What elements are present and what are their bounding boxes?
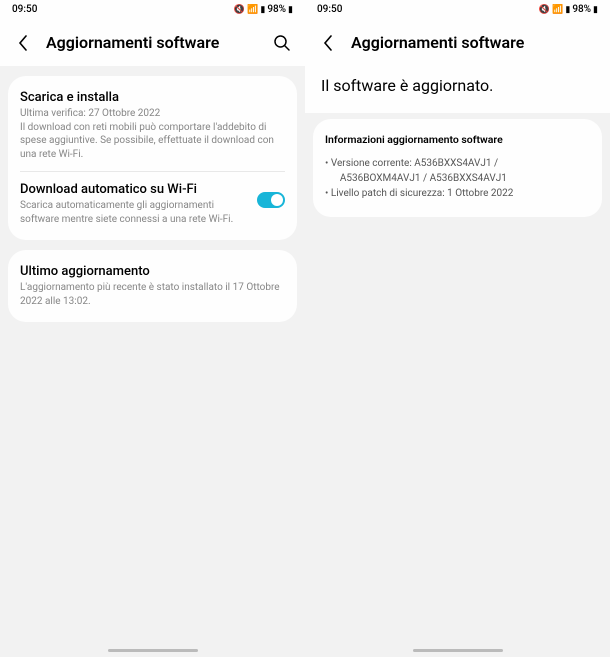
status-time: 09:50 [12, 4, 37, 15]
settings-card: Scarica e installa Ultima verifica: 27 O… [8, 76, 297, 240]
auto-download-toggle[interactable] [257, 192, 285, 208]
status-bar: 09:50 🔇 📶 ▮ 98% ▮ [305, 0, 610, 17]
signal-icon: ▮ [260, 5, 265, 15]
info-patch: • Livello patch di sicurezza: 1 Ottobre … [325, 186, 590, 201]
back-icon[interactable] [14, 34, 32, 52]
nav-pill[interactable] [108, 649, 198, 652]
auto-download-item[interactable]: Download automatico su Wi-Fi Scarica aut… [20, 182, 285, 226]
back-icon[interactable] [319, 34, 337, 52]
mute-icon: 🔇 [539, 5, 550, 15]
info-version-2: A536BOXM4AVJ1 / A536BXXS4AVJ1 [325, 171, 590, 186]
nav-pill[interactable] [413, 649, 503, 652]
status-icons: 🔇 📶 ▮ 98% ▮ [234, 4, 293, 15]
page-title: Aggiornamenti software [351, 33, 596, 52]
battery-icon: ▮ [593, 5, 598, 15]
info-version-1: • Versione corrente: A536BXXS4AVJ1 / [325, 156, 590, 171]
header: Aggiornamenti software [0, 17, 305, 66]
update-status-message: Il software è aggiornato. [305, 66, 610, 113]
download-install-item[interactable]: Scarica e installa Ultima verifica: 27 O… [20, 90, 285, 172]
status-bar: 09:50 🔇 📶 ▮ 98% ▮ [0, 0, 305, 17]
battery-pct: 98% [267, 4, 286, 15]
status-icons: 🔇 📶 ▮ 98% ▮ [539, 4, 598, 15]
header: Aggiornamenti software [305, 17, 610, 66]
status-time: 09:50 [317, 4, 342, 15]
battery-icon: ▮ [288, 5, 293, 15]
auto-download-title: Download automatico su Wi-Fi [20, 182, 247, 197]
mute-icon: 🔇 [234, 5, 245, 15]
battery-pct: 98% [572, 4, 591, 15]
wifi-icon: 📶 [247, 5, 258, 15]
last-update-title: Ultimo aggiornamento [20, 264, 285, 279]
download-lastcheck: Ultima verifica: 27 Ottobre 2022 [20, 107, 285, 121]
info-card: Informazioni aggiornamento software • Ve… [313, 119, 602, 217]
page-title: Aggiornamenti software [46, 33, 259, 52]
download-desc: Il download con reti mobili può comporta… [20, 121, 285, 162]
last-update-card[interactable]: Ultimo aggiornamento L'aggiornamento più… [8, 250, 297, 322]
signal-icon: ▮ [565, 5, 570, 15]
info-heading: Informazioni aggiornamento software [325, 133, 590, 146]
search-icon[interactable] [273, 34, 291, 52]
last-update-desc: L'aggiornamento più recente è stato inst… [20, 281, 285, 308]
auto-download-desc: Scarica automaticamente gli aggiornament… [20, 199, 247, 226]
download-title: Scarica e installa [20, 90, 285, 105]
wifi-icon: 📶 [552, 5, 563, 15]
